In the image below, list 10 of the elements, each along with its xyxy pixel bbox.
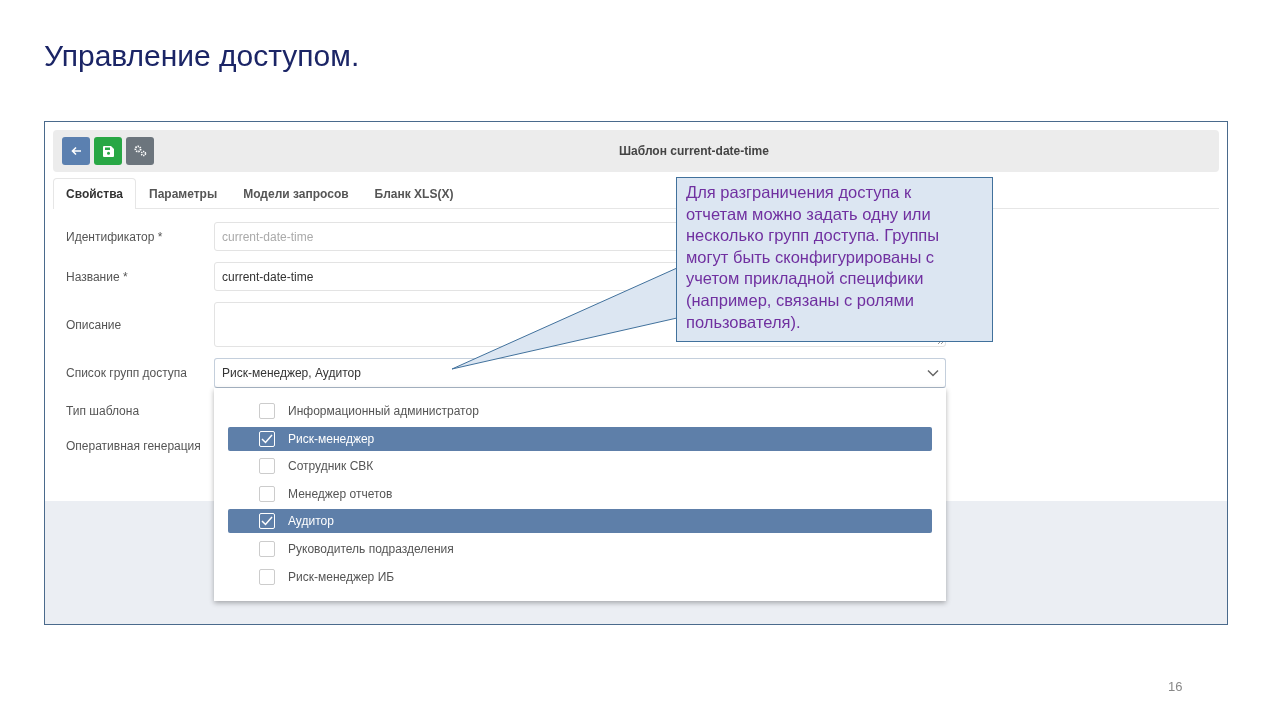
- field-label: Оперативная генерация: [66, 439, 202, 453]
- field-label: Список групп доступа: [66, 366, 188, 380]
- page-number: 16: [1168, 679, 1183, 694]
- field-label: Тип шаблона: [66, 404, 141, 418]
- callout-tooltip: Для разграничения доступа к отчетам можно задать одну или несколько групп доступа. Группы могут быть сконфигурированы с учетом прикладной специфики (например, связаны с ролями пользователя).: [676, 177, 993, 342]
- window-title: Шаблон current-date-time: [619, 144, 769, 158]
- slide-title: Управление доступом.: [44, 38, 360, 74]
- field-label: Описание: [66, 317, 123, 332]
- field-label: Идентификатор *: [66, 229, 164, 244]
- field-label: Название *: [66, 269, 129, 284]
